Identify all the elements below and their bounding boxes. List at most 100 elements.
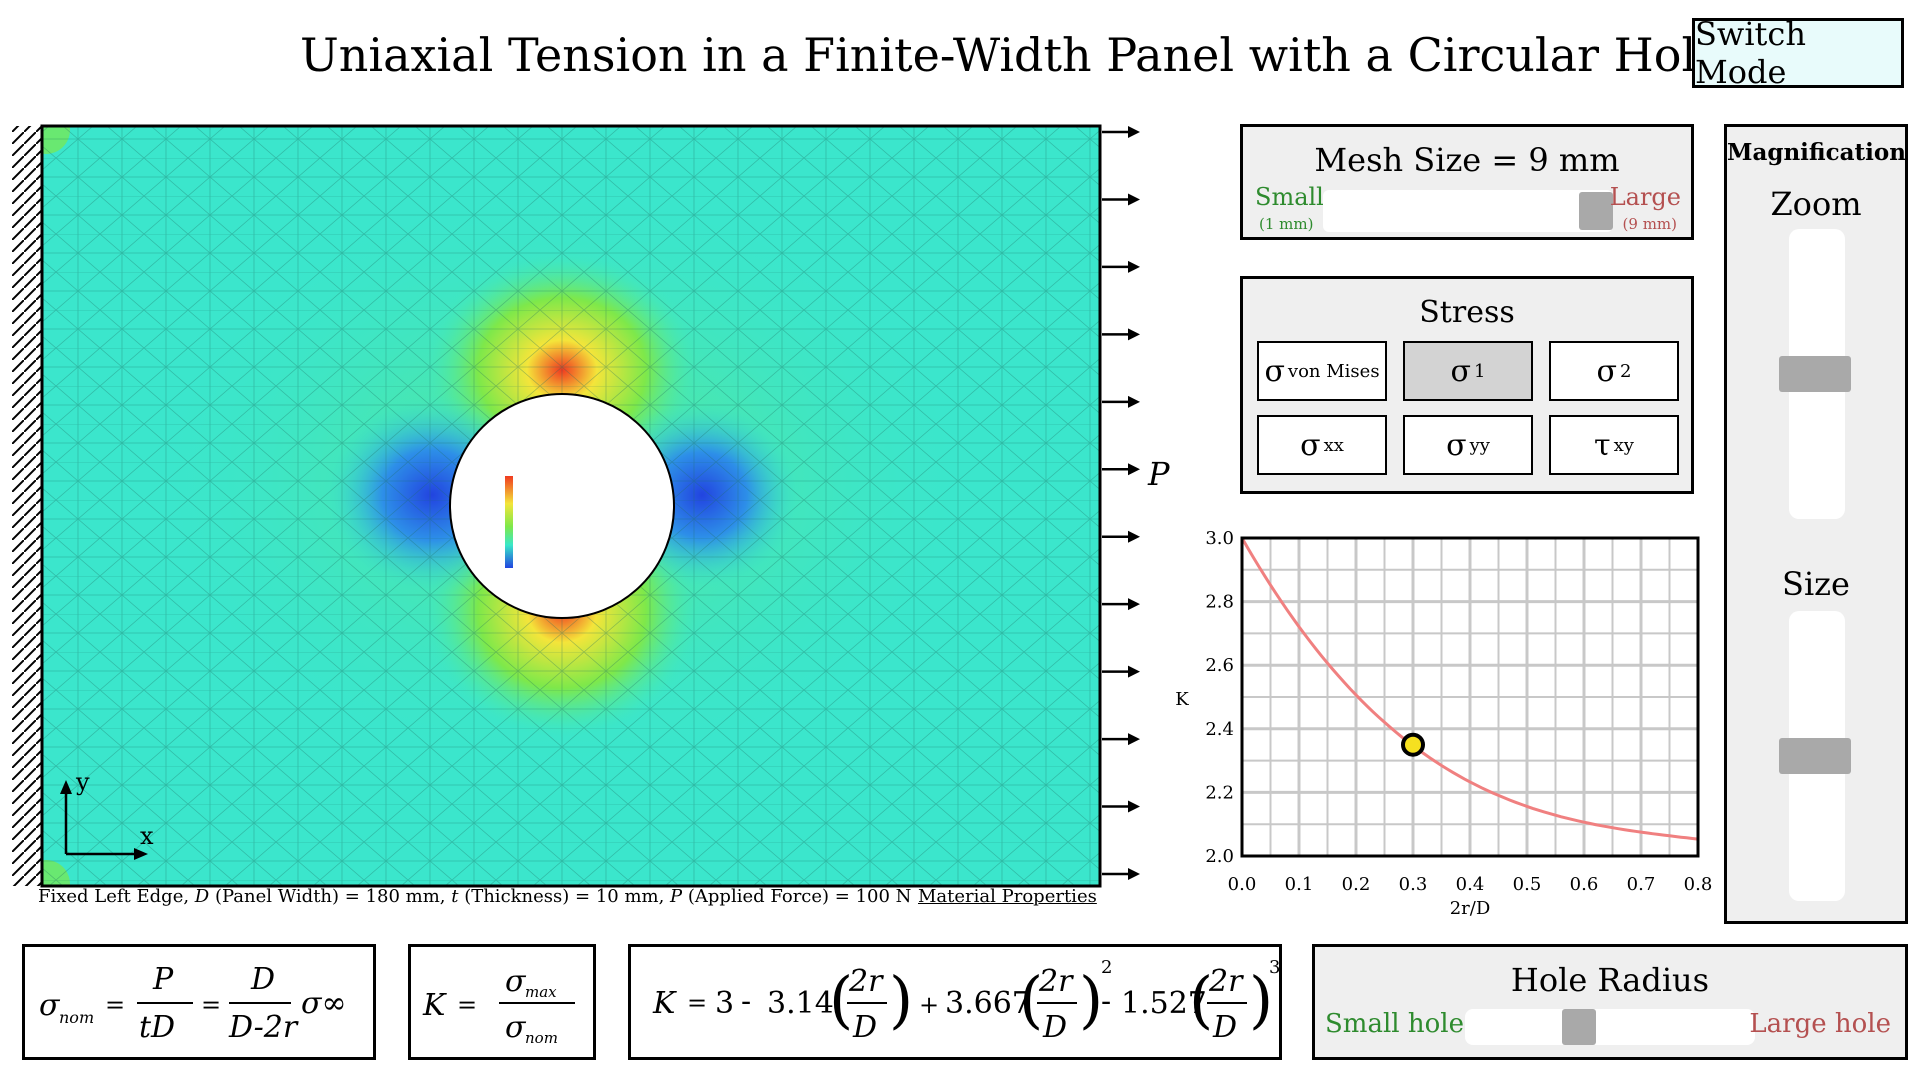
svg-text:3.667: 3.667	[945, 986, 1031, 1021]
svg-text:2r: 2r	[848, 964, 884, 999]
svg-text:=: =	[687, 989, 707, 1017]
stress-button-sigma-2[interactable]: σ2	[1549, 341, 1679, 401]
svg-text:2r: 2r	[1208, 964, 1244, 999]
svg-text:-: -	[741, 984, 751, 1019]
svg-text:K: K	[422, 988, 447, 1023]
x-tick-label: 0.2	[1342, 874, 1371, 895]
y-axis-label: K	[1175, 689, 1189, 710]
svg-text:3: 3	[1269, 957, 1279, 978]
x-tick-label: 0.8	[1684, 874, 1713, 895]
zoom-label: Zoom	[1770, 185, 1862, 223]
x-tick-label: 0.5	[1513, 874, 1542, 895]
hole-radius-slider-thumb[interactable]	[1562, 1009, 1597, 1045]
stress-button-subscript: xx	[1323, 434, 1344, 456]
stress-button-subscript: xy	[1613, 434, 1634, 456]
y-tick-label: 2.2	[1205, 782, 1234, 803]
svg-text:nom: nom	[59, 1008, 94, 1027]
x-tick-label: 0.4	[1456, 874, 1485, 895]
x-tick-label: 0.7	[1627, 874, 1656, 895]
stress-button-sigma-yy[interactable]: σ yy	[1403, 415, 1533, 475]
svg-text:σ∞: σ∞	[301, 986, 346, 1021]
stress-button-sigma-xx[interactable]: σ xx	[1257, 415, 1387, 475]
y-tick-label: 2.8	[1205, 592, 1234, 613]
svg-text:D: D	[1042, 1010, 1067, 1045]
x-tick-label: 0.3	[1399, 874, 1428, 895]
hole-radius-slider[interactable]	[1465, 1009, 1755, 1045]
stress-button-sigma-1[interactable]: σ1	[1403, 341, 1533, 401]
stress-title: Stress	[1419, 295, 1515, 330]
load-arrow-head	[1128, 193, 1140, 206]
svg-text:3: 3	[715, 986, 734, 1021]
panel-view: y x	[12, 120, 1142, 890]
stress-button-subscript: 2	[1620, 360, 1632, 382]
svg-text:=: =	[457, 991, 477, 1019]
panel-caption: Fixed Left Edge, D (Panel Width) = 180 m…	[38, 886, 912, 907]
svg-text:2: 2	[1101, 957, 1112, 978]
y-tick-label: 3.0	[1205, 528, 1234, 549]
x-tick-label: 0.1	[1285, 874, 1314, 895]
svg-text:D: D	[1212, 1010, 1237, 1045]
svg-text:): )	[889, 963, 913, 1036]
material-properties-link[interactable]: Material Properties	[918, 886, 1097, 907]
load-arrows	[1102, 126, 1140, 880]
k-polynomial-formula: K = 3 - 3.14 ( 2r D ) + 3.667 ( 2r D ) 2…	[628, 944, 1282, 1060]
hole-large-label: Large hole	[1749, 1009, 1891, 1039]
mesh-size-slider-thumb[interactable]	[1579, 192, 1613, 230]
stress-button-symbol: τ	[1594, 427, 1611, 463]
load-arrow-head	[1128, 530, 1140, 543]
hole-small-label: Small hole	[1325, 1009, 1464, 1039]
svg-text:K: K	[652, 986, 677, 1021]
load-arrow-head	[1128, 733, 1140, 746]
mesh-small-sub: (1 mm)	[1259, 215, 1314, 233]
mesh-small-label: Small	[1255, 183, 1324, 211]
svg-text:D-2r: D-2r	[228, 1010, 299, 1045]
k-factor-chart: 0.0 0.1 0.2 0.3 0.4 0.5 0.6 0.7 0.8 2.0 2.2 2.4 2.6 2…	[1175, 528, 1713, 919]
stress-button-symbol: σ	[1264, 353, 1285, 389]
stress-selector: Stress σ von Mises σ 1 σ 2 σ xx σ yy τ xy	[1240, 276, 1694, 494]
nominal-stress-formula: σ nom = P tD = D D-2r σ∞	[22, 944, 376, 1060]
stress-button-subscript: von Mises	[1287, 360, 1380, 382]
stress-button-von-mises[interactable]: σ von Mises	[1257, 341, 1387, 401]
load-arrow-head	[1128, 800, 1140, 813]
mesh-size-control: Mesh Size = 9 mm Small (1 mm) Large (9 m…	[1240, 124, 1694, 240]
mesh-size-slider[interactable]	[1323, 190, 1613, 232]
svg-text:=: =	[105, 991, 125, 1019]
axis-x-label: x	[140, 822, 154, 850]
svg-text:-: -	[1101, 984, 1111, 1019]
y-tick-label: 2.4	[1205, 719, 1234, 740]
hole-radius-control: Hole Radius Small hole Large hole	[1312, 944, 1908, 1060]
zoom-slider-thumb[interactable]	[1779, 356, 1851, 392]
load-arrow-head	[1128, 260, 1140, 273]
svg-text:σ: σ	[39, 988, 61, 1023]
svg-text:tD: tD	[139, 1010, 175, 1045]
x-axis-label: 2r/D	[1450, 898, 1491, 919]
magnification-panel: Magnification Zoom Size	[1724, 124, 1908, 924]
y-tick-label: 2.6	[1205, 655, 1234, 676]
magnification-title: Magnification	[1727, 139, 1906, 166]
size-label: Size	[1782, 565, 1850, 603]
size-slider-thumb[interactable]	[1779, 738, 1851, 774]
stress-button-symbol: σ	[1300, 427, 1321, 463]
stress-button-tau-xy[interactable]: τ xy	[1549, 415, 1679, 475]
stress-button-symbol: σ	[1446, 427, 1467, 463]
svg-text:2r: 2r	[1038, 964, 1074, 999]
y-tick-label: 2.0	[1205, 846, 1234, 867]
mesh-size-title: Mesh Size = 9 mm	[1314, 141, 1620, 179]
color-legend	[505, 476, 513, 568]
svg-text:σ: σ	[505, 1010, 527, 1045]
load-arrow-head	[1128, 868, 1140, 880]
svg-text:nom: nom	[525, 1029, 558, 1047]
svg-text:D: D	[250, 962, 275, 997]
stress-button-symbol: σ	[1596, 353, 1618, 389]
load-arrow-head	[1128, 598, 1140, 611]
switch-mode-button[interactable]: Switch Mode	[1692, 15, 1904, 91]
k-marker	[1401, 732, 1425, 757]
svg-text:D: D	[852, 1010, 877, 1045]
mesh-large-label: Large	[1609, 183, 1681, 211]
svg-text:max: max	[525, 983, 557, 1001]
mesh-large-sub: (9 mm)	[1622, 215, 1677, 233]
k-definition-formula: K = σ max σ nom	[408, 944, 596, 1060]
svg-text:P: P	[152, 962, 174, 997]
circular-hole	[449, 393, 675, 619]
page-title: Uniaxial Tension in a Finite-Width Panel…	[300, 28, 1724, 82]
